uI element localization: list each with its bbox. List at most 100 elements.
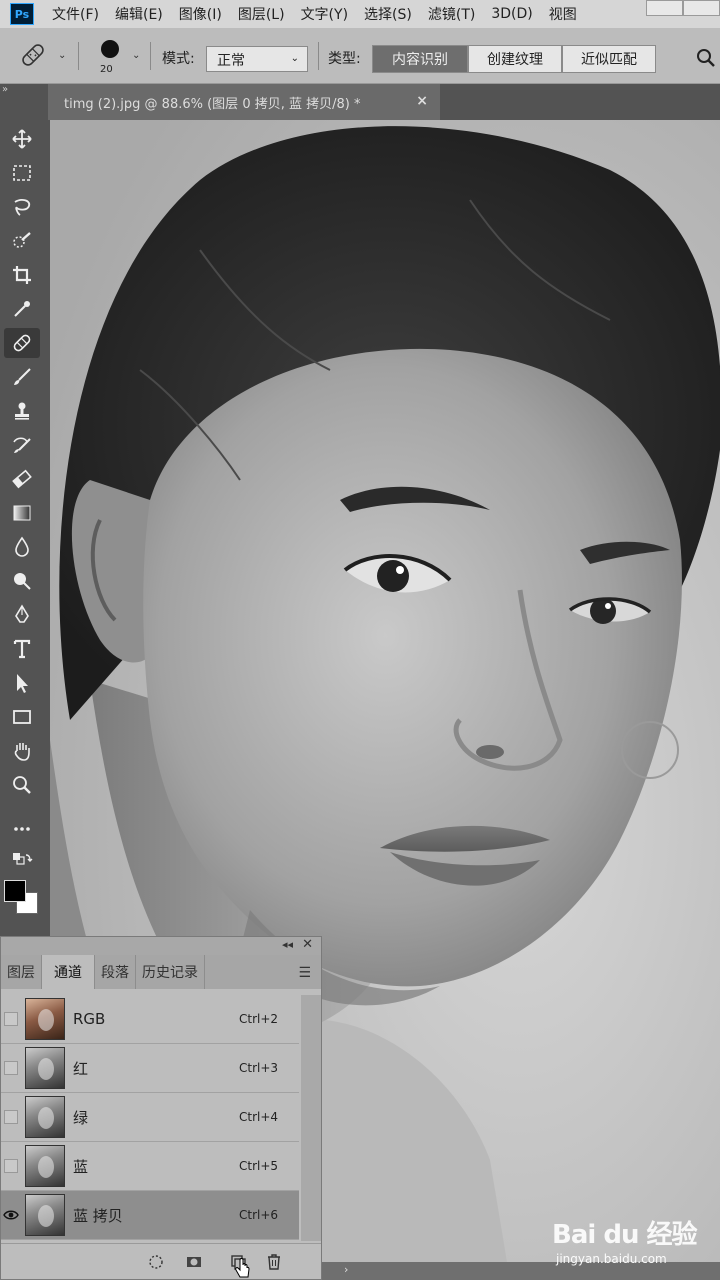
lasso-tool-icon[interactable]	[4, 192, 40, 222]
chevron-down-icon[interactable]: ⌄	[132, 50, 140, 61]
healing-brush-tool-icon[interactable]	[4, 328, 40, 358]
channel-name: RGB	[73, 1010, 106, 1028]
save-selection-icon[interactable]	[183, 1252, 205, 1272]
quick-select-tool-icon[interactable]	[4, 226, 40, 256]
document-title: timg (2).jpg @ 88.6% (图层 0 拷贝, 蓝 拷贝/8) *	[64, 96, 361, 112]
watermark-url: jingyan.baidu.com	[556, 1252, 667, 1266]
photoshop-logo: Ps	[10, 3, 34, 25]
panel-menu-icon[interactable]: ☰	[298, 965, 311, 981]
menu-layer[interactable]: 图层(L)	[238, 4, 285, 24]
channel-shortcut: Ctrl+3	[239, 1061, 279, 1075]
zoom-tool-icon[interactable]	[4, 770, 40, 800]
menu-image[interactable]: 图像(I)	[179, 4, 222, 24]
channel-thumbnail	[25, 998, 65, 1040]
minimize-button[interactable]	[646, 0, 683, 16]
scroll-right-icon[interactable]: ›	[344, 1263, 348, 1276]
channel-row-blue-copy[interactable]: 蓝 拷贝 Ctrl+6	[1, 1191, 299, 1240]
visibility-toggle[interactable]	[1, 1093, 21, 1142]
foreground-color-swatch[interactable]	[4, 880, 26, 902]
close-panel-icon[interactable]: ✕	[302, 937, 313, 952]
bandage-icon[interactable]	[18, 40, 48, 70]
menu-view[interactable]: 视图	[549, 4, 577, 24]
hand-tool-icon[interactable]	[4, 736, 40, 766]
mode-select[interactable]: 正常 ⌄	[206, 46, 308, 72]
menu-filter[interactable]: 滤镜(T)	[428, 4, 475, 24]
history-brush-tool-icon[interactable]	[4, 430, 40, 460]
visibility-toggle[interactable]	[1, 1142, 21, 1191]
chevron-down-icon[interactable]: ⌄	[58, 50, 66, 61]
channels-panel: ◂◂ ✕ 图层 通道 段落 历史记录 ☰ RGB Ctrl+2 红 Ctrl+3	[0, 936, 322, 1280]
brush-preview[interactable]	[101, 40, 119, 58]
tools-panel	[0, 120, 44, 936]
channel-shortcut: Ctrl+6	[239, 1208, 279, 1222]
panel-tabs: 图层 通道 段落 历史记录	[1, 955, 321, 989]
panel-header: ◂◂ ✕	[1, 937, 321, 955]
proximity-match-button[interactable]: 近似匹配	[562, 45, 656, 73]
tab-channels[interactable]: 通道	[42, 955, 95, 989]
document-tab[interactable]: timg (2).jpg @ 88.6% (图层 0 拷贝, 蓝 拷贝/8) *…	[48, 84, 440, 120]
blur-tool-icon[interactable]	[4, 532, 40, 562]
menu-edit[interactable]: 编辑(E)	[115, 4, 163, 24]
collapse-toolbar-icon[interactable]: »	[2, 84, 8, 95]
channel-name: 绿	[73, 1108, 89, 1127]
channel-list: RGB Ctrl+2 红 Ctrl+3 绿 Ctrl+4 蓝 Ctrl+5 蓝 …	[1, 995, 321, 1240]
brush-size: 20	[100, 64, 113, 75]
crop-tool-icon[interactable]	[4, 260, 40, 290]
clone-stamp-tool-icon[interactable]	[4, 396, 40, 426]
type-tool-icon[interactable]	[4, 634, 40, 664]
panel-scrollbar[interactable]	[301, 995, 321, 1241]
menu-select[interactable]: 选择(S)	[364, 4, 412, 24]
channel-name: 红	[73, 1059, 89, 1078]
menu-file[interactable]: 文件(F)	[52, 4, 99, 24]
eyedropper-tool-icon[interactable]	[4, 294, 40, 324]
close-icon[interactable]: ×	[416, 93, 428, 109]
channel-thumbnail	[25, 1047, 65, 1089]
channel-thumbnail	[25, 1145, 65, 1187]
visibility-toggle[interactable]	[1, 995, 21, 1044]
search-icon[interactable]	[694, 46, 718, 70]
content-aware-button[interactable]: 内容识别	[372, 45, 468, 73]
maximize-button[interactable]	[683, 0, 720, 16]
channel-row-red[interactable]: 红 Ctrl+3	[1, 1044, 299, 1093]
channel-row-blue[interactable]: 蓝 Ctrl+5	[1, 1142, 299, 1191]
eraser-tool-icon[interactable]	[4, 464, 40, 494]
visibility-toggle[interactable]	[1, 1044, 21, 1093]
pen-tool-icon[interactable]	[4, 600, 40, 630]
document-tab-strip: » timg (2).jpg @ 88.6% (图层 0 拷贝, 蓝 拷贝/8)…	[0, 84, 720, 120]
window-controls	[646, 0, 720, 16]
more-tools-icon[interactable]	[4, 814, 40, 844]
channel-thumbnail	[25, 1096, 65, 1138]
collapse-panel-icon[interactable]: ◂◂	[282, 938, 293, 951]
options-bar: ⌄ 20 ⌄ 模式: 正常 ⌄ 类型: 内容识别 创建纹理 近似匹配	[0, 28, 720, 84]
tab-layers[interactable]: 图层	[1, 955, 42, 989]
channel-row-rgb[interactable]: RGB Ctrl+2	[1, 995, 299, 1044]
dodge-tool-icon[interactable]	[4, 566, 40, 596]
brush-tool-icon[interactable]	[4, 362, 40, 392]
hand-cursor-icon	[234, 1258, 252, 1280]
tab-paragraph[interactable]: 段落	[95, 955, 136, 989]
move-tool-icon[interactable]	[4, 124, 40, 154]
trash-icon[interactable]	[263, 1252, 285, 1272]
channel-name: 蓝	[73, 1157, 89, 1176]
menu-3d[interactable]: 3D(D)	[491, 6, 532, 22]
swap-colors-icon[interactable]	[4, 850, 40, 874]
menu-bar: Ps 文件(F) 编辑(E) 图像(I) 图层(L) 文字(Y) 选择(S) 滤…	[0, 0, 720, 28]
channel-shortcut: Ctrl+5	[239, 1159, 279, 1173]
path-select-tool-icon[interactable]	[4, 668, 40, 698]
gradient-tool-icon[interactable]	[4, 498, 40, 528]
tab-history[interactable]: 历史记录	[136, 955, 205, 989]
load-selection-icon[interactable]	[145, 1252, 167, 1272]
channel-shortcut: Ctrl+2	[239, 1012, 279, 1026]
marquee-tool-icon[interactable]	[4, 158, 40, 188]
channel-thumbnail	[25, 1194, 65, 1236]
rectangle-tool-icon[interactable]	[4, 702, 40, 732]
channel-shortcut: Ctrl+4	[239, 1110, 279, 1124]
panel-footer	[1, 1243, 321, 1279]
menu-type[interactable]: 文字(Y)	[301, 4, 348, 24]
eye-icon[interactable]	[1, 1191, 21, 1240]
create-texture-button[interactable]: 创建纹理	[468, 45, 562, 73]
watermark-logo: Bai du 经验	[552, 1220, 697, 1250]
photoshop-window: Ps 文件(F) 编辑(E) 图像(I) 图层(L) 文字(Y) 选择(S) 滤…	[0, 0, 720, 1280]
channel-name: 蓝 拷贝	[73, 1206, 123, 1225]
channel-row-green[interactable]: 绿 Ctrl+4	[1, 1093, 299, 1142]
